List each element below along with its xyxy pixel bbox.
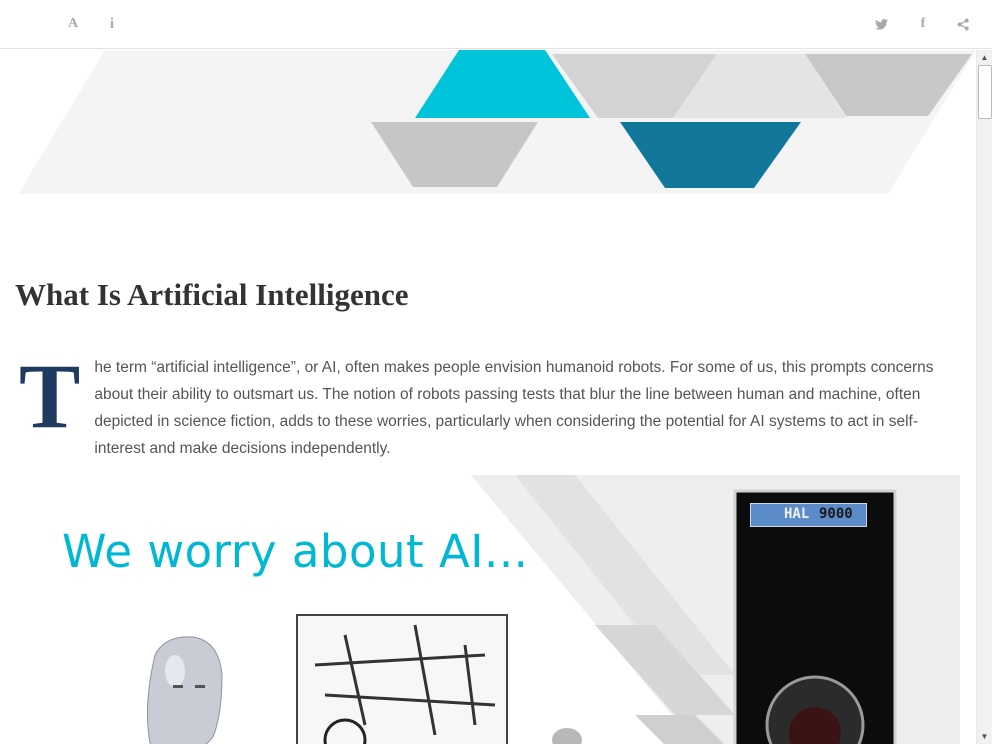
hal-label-badge: HAL 9000 bbox=[750, 503, 867, 527]
font-size-icon[interactable]: A bbox=[63, 14, 83, 34]
vertical-scrollbar[interactable]: ▲ ▼ bbox=[976, 50, 992, 744]
article-body: he term “artificial intelligence”, or AI… bbox=[94, 359, 934, 457]
top-toolbar: A i f bbox=[0, 0, 992, 49]
hero-banner bbox=[18, 50, 976, 194]
article-viewport: What Is Artificial Intelligence T he ter… bbox=[0, 50, 976, 744]
scroll-down-arrow-icon[interactable]: ▼ bbox=[977, 729, 992, 744]
robot-eye-left bbox=[173, 685, 183, 688]
facebook-glyph: f bbox=[920, 16, 926, 31]
illustration-headline: We worry about AI... bbox=[62, 525, 529, 578]
font-size-glyph: A bbox=[67, 16, 79, 31]
hal-label-a: HAL bbox=[784, 506, 810, 522]
info-icon[interactable]: i bbox=[102, 14, 122, 34]
scroll-thumb[interactable] bbox=[978, 65, 992, 119]
ai-illustration: We worry about AI... HAL 9000 bbox=[15, 475, 960, 744]
robot-head-sketch bbox=[146, 636, 223, 744]
facebook-icon[interactable]: f bbox=[913, 14, 933, 34]
scroll-up-arrow-icon[interactable]: ▲ bbox=[977, 50, 992, 65]
hal-label-b: 9000 bbox=[819, 506, 853, 522]
twitter-icon[interactable] bbox=[871, 14, 891, 34]
robot-eye-right bbox=[195, 685, 205, 688]
article-intro: T he term “artificial intelligence”, or … bbox=[15, 345, 945, 462]
share-icon[interactable] bbox=[953, 14, 973, 34]
drop-cap: T bbox=[19, 345, 81, 447]
robot-head-highlight bbox=[165, 655, 185, 687]
small-robot-head bbox=[552, 728, 582, 744]
info-glyph: i bbox=[109, 15, 115, 32]
article-title: What Is Artificial Intelligence bbox=[15, 277, 409, 312]
